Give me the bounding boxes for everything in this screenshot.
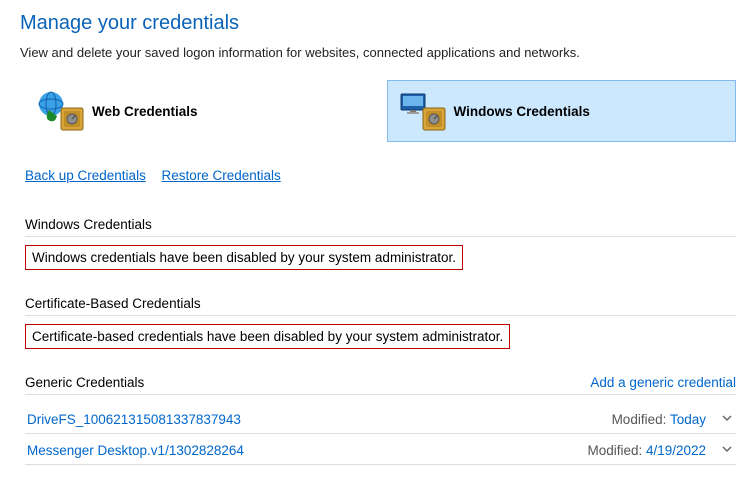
add-generic-credential-link[interactable]: Add a generic credential: [590, 375, 736, 390]
restore-credentials-link[interactable]: Restore Credentials: [161, 168, 280, 183]
credential-modified-value: 4/19/2022: [646, 443, 706, 458]
credential-modified-value: Today: [670, 412, 706, 427]
credential-row[interactable]: Messenger Desktop.v1/1302828264 Modified…: [25, 434, 736, 465]
certificate-disabled-message: Certificate-based credentials have been …: [25, 324, 510, 349]
tab-web-label: Web Credentials: [92, 104, 198, 119]
page-subtitle: View and delete your saved logon informa…: [20, 45, 736, 60]
credential-links: Back up Credentials Restore Credentials: [20, 168, 736, 183]
credential-modified-label: Modified:: [612, 412, 667, 427]
monitor-vault-icon: [396, 89, 448, 133]
credential-name: DriveFS_100621315081337837943: [27, 412, 241, 427]
backup-credentials-link[interactable]: Back up Credentials: [25, 168, 146, 183]
credential-modified-label: Modified:: [588, 443, 643, 458]
tab-web-credentials[interactable]: Web Credentials: [25, 80, 375, 142]
tab-windows-label: Windows Credentials: [454, 104, 590, 119]
credential-name: Messenger Desktop.v1/1302828264: [27, 443, 244, 458]
section-certificate-credentials: Certificate-Based Credentials Certificat…: [20, 296, 736, 349]
credential-tabs: Web Credentials Windows Credentials: [20, 80, 736, 142]
chevron-down-icon[interactable]: [720, 411, 734, 427]
section-generic-credentials: Generic Credentials Add a generic creden…: [20, 375, 736, 465]
windows-disabled-message: Windows credentials have been disabled b…: [25, 245, 463, 270]
globe-vault-icon: [34, 89, 86, 133]
credential-row[interactable]: DriveFS_100621315081337837943 Modified: …: [25, 403, 736, 434]
section-header-windows: Windows Credentials: [25, 217, 736, 237]
section-header-generic: Generic Credentials Add a generic creden…: [25, 375, 736, 395]
section-header-certificate: Certificate-Based Credentials: [25, 296, 736, 316]
section-windows-credentials: Windows Credentials Windows credentials …: [20, 217, 736, 270]
chevron-down-icon[interactable]: [720, 442, 734, 458]
tab-windows-credentials[interactable]: Windows Credentials: [387, 80, 737, 142]
page-title: Manage your credentials: [20, 12, 736, 35]
generic-header-text: Generic Credentials: [25, 375, 144, 390]
